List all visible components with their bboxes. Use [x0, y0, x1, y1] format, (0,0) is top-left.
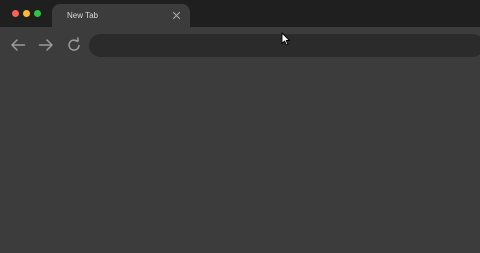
browser-window: New Tab — [0, 0, 480, 253]
toolbar — [0, 27, 480, 61]
arrow-right-icon — [38, 37, 54, 53]
reload-icon — [66, 37, 82, 53]
tab-title: New Tab — [67, 11, 98, 20]
forward-button[interactable] — [38, 37, 54, 53]
back-button[interactable] — [10, 37, 26, 53]
close-icon[interactable] — [172, 11, 181, 20]
title-bar: New Tab — [0, 0, 480, 27]
page-content — [0, 61, 480, 253]
tab-new-tab[interactable]: New Tab — [52, 4, 190, 27]
window-close-button[interactable] — [12, 10, 19, 17]
mouse-pointer-icon — [281, 32, 291, 46]
arrow-left-icon — [10, 37, 26, 53]
window-minimize-button[interactable] — [23, 10, 30, 17]
window-maximize-button[interactable] — [34, 10, 41, 17]
reload-button[interactable] — [66, 37, 82, 53]
